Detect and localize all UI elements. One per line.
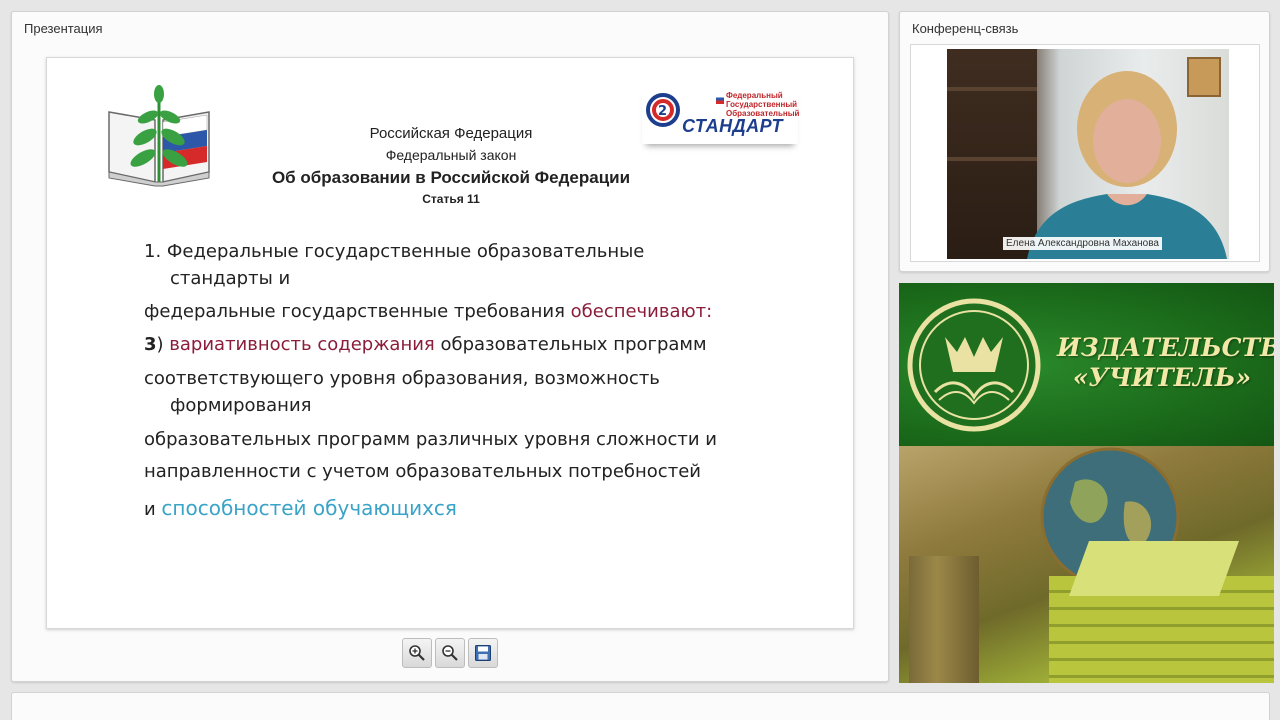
standard-line2: Государственный bbox=[726, 100, 798, 109]
svg-text:2: 2 bbox=[658, 104, 667, 119]
standard-flag bbox=[716, 94, 724, 104]
zoom-out-icon bbox=[442, 645, 458, 661]
publisher-name: ИЗДАТЕЛЬСТВО «УЧИТЕЛЬ» bbox=[1057, 333, 1274, 393]
participant-video[interactable]: Елена Александровна Маханова bbox=[947, 49, 1229, 259]
slide-toolbar bbox=[402, 638, 498, 668]
p7-highlight: способностей обучающихся bbox=[161, 496, 457, 520]
p1-line2: стандарты и bbox=[170, 268, 291, 289]
p4-line1: соответствующего уровня образования, воз… bbox=[144, 368, 660, 389]
slide: 2 Федеральный Государственный Образовате… bbox=[46, 57, 854, 629]
participant-figure bbox=[1027, 71, 1227, 259]
wooden-blocks bbox=[909, 556, 979, 683]
p4-line2: формирования bbox=[170, 395, 312, 416]
slide-article: Статья 11 bbox=[422, 192, 480, 206]
participant-name-label: Елена Александровна Маханова bbox=[1003, 237, 1162, 250]
slide-paragraph-7: и способностей обучающихся bbox=[144, 495, 784, 523]
presentation-panel: Презентация 2 Федеральный Государственны… bbox=[11, 11, 889, 682]
publisher-name-line2: «УЧИТЕЛЬ» bbox=[1072, 363, 1252, 392]
p3-text: образовательных программ bbox=[434, 334, 707, 355]
slide-paragraph-2: федеральные государственные требования о… bbox=[144, 298, 784, 325]
open-book bbox=[1068, 541, 1240, 596]
conference-panel: Конференц-связь Елена Александровна Маха… bbox=[899, 11, 1270, 272]
video-frame: Елена Александровна Маханова bbox=[910, 44, 1260, 262]
save-button[interactable] bbox=[468, 638, 498, 668]
standard-line1: Федеральный bbox=[726, 91, 783, 100]
slide-title: Об образовании в Российской Федерации bbox=[271, 168, 631, 187]
publisher-banner: ИЗДАТЕЛЬСТВО «УЧИТЕЛЬ» bbox=[899, 283, 1274, 446]
conference-panel-title: Конференц-связь bbox=[912, 21, 1019, 36]
slide-law: Федеральный закон bbox=[385, 147, 517, 163]
p3-highlight: вариативность содержания bbox=[169, 334, 435, 355]
slide-paragraph-5: образовательных программ различных уровн… bbox=[144, 429, 717, 450]
slide-paragraph-1: 1. Федеральные государственные образоват… bbox=[144, 238, 784, 292]
presentation-panel-title: Презентация bbox=[24, 21, 103, 36]
save-icon bbox=[475, 645, 491, 661]
p1-line1: 1. Федеральные государственные образоват… bbox=[144, 241, 645, 262]
slide-paragraph-3: 3) вариативность содержания образователь… bbox=[144, 331, 784, 358]
slide-country: Российская Федерация bbox=[369, 125, 533, 142]
zoom-in-icon bbox=[409, 645, 425, 661]
bottom-panel bbox=[11, 692, 1270, 720]
p7-text: и bbox=[144, 499, 162, 520]
p2-text: федеральные государственные требования bbox=[144, 301, 571, 322]
publisher-logo-icon bbox=[907, 298, 1041, 432]
background-shelf bbox=[947, 49, 1037, 259]
zoom-out-button[interactable] bbox=[435, 638, 465, 668]
slide-paragraph-6: направленности с учетом образовательных … bbox=[144, 461, 701, 482]
publisher-name-line1: ИЗДАТЕЛЬСТВО bbox=[1057, 333, 1274, 362]
publisher-photo bbox=[899, 446, 1274, 683]
p2-highlight: обеспечивают: bbox=[570, 301, 713, 322]
p3-paren: ) bbox=[156, 334, 170, 355]
zoom-in-button[interactable] bbox=[402, 638, 432, 668]
publisher-panel: ИЗДАТЕЛЬСТВО «УЧИТЕЛЬ» bbox=[899, 283, 1274, 683]
p3-number: 3 bbox=[144, 334, 157, 355]
slide-paragraph-4: соответствующего уровня образования, воз… bbox=[144, 365, 784, 419]
